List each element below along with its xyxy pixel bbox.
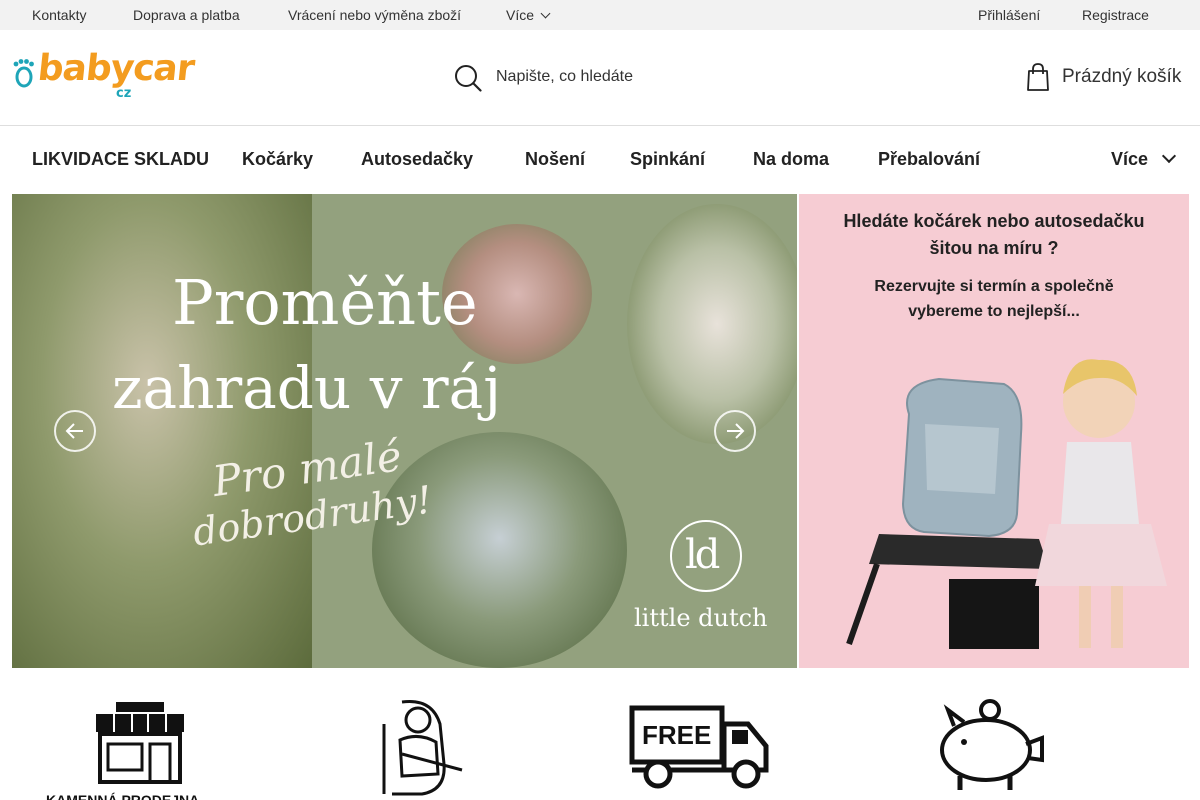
hero-title-line1: Proměňte	[172, 266, 478, 339]
piggy-bank-icon	[940, 699, 1044, 790]
carousel-prev-button[interactable]	[54, 410, 96, 452]
logo-wordmark: babycar	[35, 48, 196, 89]
topbar-more-label: Více	[506, 7, 535, 23]
car-seat-icon	[382, 699, 463, 796]
promo-heading-line2: šitou na míru ?	[929, 238, 1059, 258]
site-logo[interactable]: babycar cz	[12, 48, 196, 104]
store-icon	[96, 702, 184, 784]
link-register[interactable]: Registrace	[1082, 7, 1149, 23]
search-icon[interactable]	[454, 64, 482, 92]
nav-item-changing[interactable]: Přebalování	[878, 149, 980, 170]
search-input[interactable]: Napište, co hledáte	[496, 68, 633, 86]
link-login[interactable]: Přihlášení	[978, 7, 1040, 23]
nav-item-strollers[interactable]: Kočárky	[242, 149, 313, 170]
feature-row: KAMENNÁ PRODEJNA FREE	[0, 690, 1200, 800]
arrow-right-icon	[727, 423, 745, 439]
nav-item-carrying[interactable]: Nošení	[525, 149, 585, 170]
logo-suffix: cz	[116, 86, 132, 101]
category-nav: LIKVIDACE SKLADU Kočárky Autosedačky Noš…	[0, 127, 1200, 193]
car-seat-photo	[846, 359, 1167, 649]
promo-subtext-line2: vybereme to nejlepší...	[908, 303, 1080, 320]
free-label: FREE	[642, 720, 712, 750]
hero-title-line2: zahradu v ráj	[112, 354, 502, 422]
link-shipping-payment[interactable]: Doprava a platba	[133, 7, 240, 23]
shopping-bag-icon	[1027, 63, 1049, 91]
cart-button[interactable]: Prázdný košík	[1026, 60, 1196, 94]
cart-label: Prázdný košík	[1062, 66, 1182, 87]
top-utility-bar: Kontakty Doprava a platba Vrácení nebo v…	[0, 0, 1200, 30]
promo-heading-line1: Hledáte kočárek nebo autosedačku	[843, 211, 1145, 231]
arrow-left-icon	[65, 423, 83, 439]
little-dutch-name: little dutch	[634, 604, 768, 632]
chevron-down-icon	[1161, 148, 1177, 164]
hero-photo-playhouse	[627, 204, 797, 444]
feature-store[interactable]: KAMENNÁ PRODEJNA	[46, 690, 236, 800]
site-header: babycar cz Napište, co hledáte Prázdný k…	[0, 30, 1200, 126]
nav-item-sleeping[interactable]: Spinkání	[630, 149, 705, 170]
search-bar[interactable]: Napište, co hledáte	[454, 60, 854, 94]
chevron-down-icon	[540, 8, 551, 19]
nav-item-home[interactable]: Na doma	[753, 149, 829, 170]
feature-savings[interactable]	[930, 690, 1050, 800]
footprint-icon	[13, 59, 34, 88]
nav-more-label: Více	[1111, 149, 1149, 169]
feature-car-seat[interactable]	[362, 690, 474, 800]
hero-photo-kids-garden	[372, 432, 627, 668]
nav-item-car-seats[interactable]: Autosedačky	[361, 149, 473, 170]
store-caption: KAMENNÁ PRODEJNA	[46, 792, 200, 800]
hero-banner[interactable]: Proměňte zahradu v ráj Pro malé dobrodru…	[12, 194, 797, 668]
little-dutch-logo: ld	[670, 520, 742, 592]
promo-heading: Hledáte kočárek nebo autosedačku šitou n…	[799, 208, 1189, 262]
topbar-more-menu[interactable]: Více	[506, 7, 551, 23]
link-contacts[interactable]: Kontakty	[32, 7, 86, 23]
link-returns[interactable]: Vrácení nebo výměna zboží	[288, 7, 461, 23]
feature-free-shipping[interactable]: FREE	[628, 690, 773, 800]
carousel-next-button[interactable]	[714, 410, 756, 452]
nav-item-more[interactable]: Více	[1111, 148, 1177, 170]
promo-subtext-line1: Rezervujte si termín a společně	[874, 278, 1114, 295]
promo-subtext: Rezervujte si termín a společně vybereme…	[799, 274, 1189, 324]
promo-banner[interactable]: Hledáte kočárek nebo autosedačku šitou n…	[799, 194, 1189, 668]
little-dutch-mark: ld	[685, 532, 720, 578]
nav-item-clearance[interactable]: LIKVIDACE SKLADU	[32, 149, 209, 170]
